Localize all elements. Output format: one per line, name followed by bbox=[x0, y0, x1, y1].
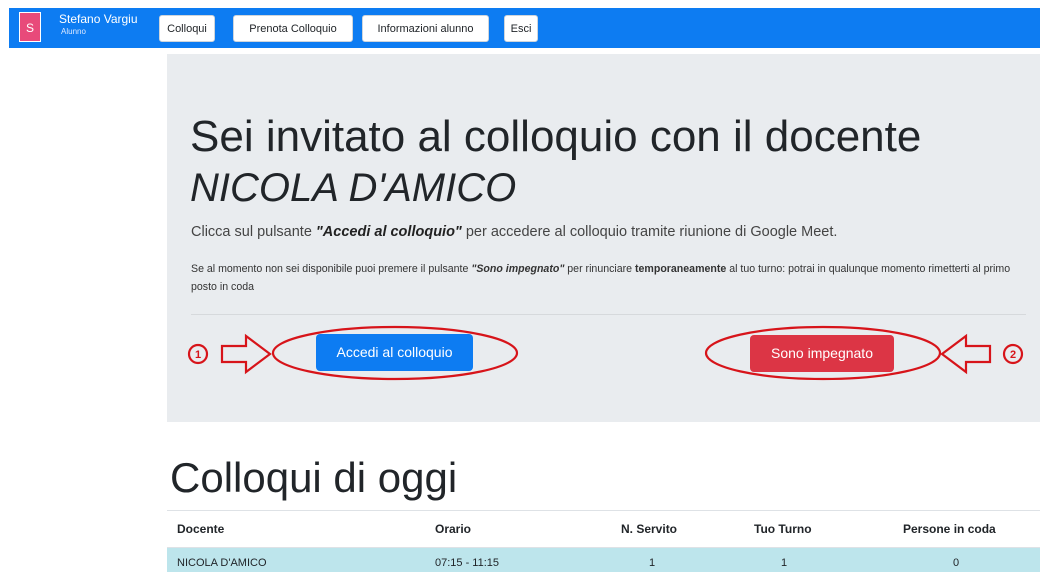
nav-prenota-colloquio-button[interactable]: Prenota Colloquio bbox=[233, 15, 353, 42]
busy-instructions-button-ref: "Sono impegnato" bbox=[471, 263, 565, 275]
busy-button[interactable]: Sono impegnato bbox=[750, 335, 894, 372]
busy-instructions: Se al momento non sei disponibile puoi p… bbox=[191, 260, 1031, 296]
teacher-name: NICOLA D'AMICO bbox=[190, 166, 517, 210]
divider bbox=[191, 314, 1026, 315]
user-avatar[interactable]: S bbox=[19, 12, 41, 42]
cell-coda: 0 bbox=[953, 557, 960, 569]
join-instructions: Clicca sul pulsante "Accedi al colloquio… bbox=[191, 224, 837, 240]
busy-instructions-bold: temporaneamente bbox=[635, 263, 727, 275]
cell-servito: 1 bbox=[649, 557, 656, 569]
today-heading: Colloqui di oggi bbox=[170, 454, 458, 501]
user-name: Stefano Vargiu bbox=[59, 12, 138, 26]
busy-instructions-part2: per rinunciare bbox=[564, 263, 636, 275]
column-header-coda: Persone in coda bbox=[903, 522, 996, 536]
table-header: Docente Orario N. Servito Tuo Turno Pers… bbox=[167, 510, 1040, 549]
join-instructions-button-ref: "Accedi al colloquio" bbox=[315, 224, 462, 240]
navbar-bar: S Stefano Vargiu Alunno Colloqui Prenota… bbox=[9, 8, 1040, 48]
table-row[interactable]: NICOLA D'AMICO 07:15 - 11:15 1 1 0 bbox=[167, 548, 1040, 572]
cell-docente: NICOLA D'AMICO bbox=[177, 557, 267, 569]
busy-instructions-part1: Se al momento non sei disponibile puoi p… bbox=[191, 263, 472, 275]
join-instructions-post: per accedere al colloquio tramite riunio… bbox=[461, 224, 838, 240]
join-instructions-pre: Clicca sul pulsante bbox=[191, 224, 316, 240]
nav-informazioni-alunno-button[interactable]: Informazioni alunno bbox=[362, 15, 489, 42]
nav-esci-button[interactable]: Esci bbox=[504, 15, 538, 42]
column-header-orario: Orario bbox=[435, 522, 472, 536]
user-role: Alunno bbox=[61, 27, 86, 36]
join-meeting-button[interactable]: Accedi al colloquio bbox=[316, 334, 473, 371]
navbar: S Stefano Vargiu Alunno Colloqui Prenota… bbox=[0, 0, 1040, 52]
cell-orario: 07:15 - 11:15 bbox=[435, 557, 500, 569]
cell-turno: 1 bbox=[781, 557, 788, 569]
column-header-docente: Docente bbox=[177, 522, 225, 536]
column-header-servito: N. Servito bbox=[621, 522, 678, 536]
column-header-turno: Tuo Turno bbox=[754, 522, 812, 536]
nav-colloqui-button[interactable]: Colloqui bbox=[159, 15, 215, 42]
invitation-title: Sei invitato al colloquio con il docente bbox=[190, 112, 922, 161]
